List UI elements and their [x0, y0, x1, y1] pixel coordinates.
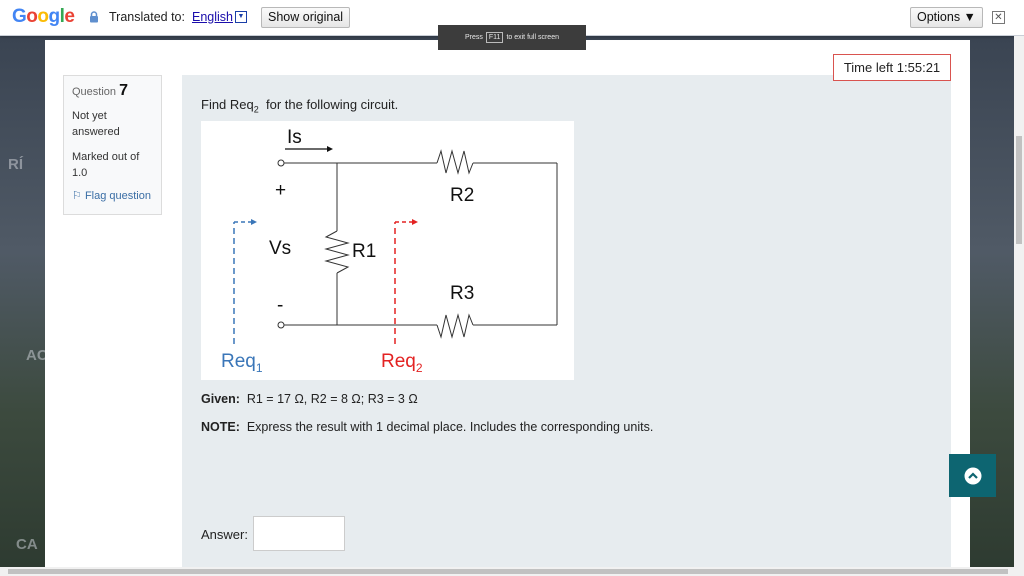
terminal-top [277, 159, 285, 167]
vertical-scrollbar[interactable] [1014, 36, 1024, 568]
minus-sign: - [277, 295, 283, 316]
vertical-scroll-thumb[interactable] [1016, 136, 1022, 244]
question-info: Question 7 Not yet answered Marked out of… [63, 75, 162, 215]
horizontal-scroll-thumb[interactable] [8, 569, 1008, 574]
note-text: NOTE: Express the result with 1 decimal … [201, 420, 654, 434]
language-dropdown-icon[interactable]: ▼ [235, 11, 247, 23]
req1-label: Req1 [221, 351, 263, 375]
answer-input[interactable] [253, 516, 345, 551]
req2-label: Req2 [381, 351, 423, 375]
language-link[interactable]: English [192, 10, 233, 24]
resistor-r1 [324, 230, 350, 274]
is-label: Is [287, 127, 302, 148]
answer-label: Answer: [201, 527, 248, 542]
terminal-bottom [277, 321, 285, 329]
show-original-button[interactable]: Show original [261, 7, 351, 28]
given-values: Given: R1 = 17 Ω, R2 = 8 Ω; R3 = 3 Ω [201, 392, 418, 406]
vs-label: Vs [269, 238, 291, 259]
question-status: Not yet answered [72, 110, 120, 138]
flag-question-link[interactable]: ⚐ Flag question [72, 189, 153, 202]
plus-sign: + [275, 180, 286, 201]
r1-label: R1 [352, 241, 376, 262]
options-button[interactable]: Options ▼ [910, 7, 983, 28]
question-content: Find Req2 for the following circuit. Is … [182, 75, 951, 567]
circuit-diagram: Is + Vs - R1 R2 R3 Req1 Req2 [201, 121, 574, 380]
google-logo: Google [12, 6, 75, 27]
req1-arrow-head [251, 219, 257, 225]
r2-label: R2 [450, 185, 474, 206]
background-text: CA [16, 536, 38, 553]
resistor-r3 [436, 313, 474, 339]
translated-to-label: Translated to: [109, 10, 185, 24]
question-text: Find Req2 for the following circuit. [201, 97, 399, 115]
fullscreen-notice: Press F11 to exit full screen [438, 25, 586, 50]
background-text: RÍ [8, 156, 23, 173]
close-icon[interactable]: ✕ [992, 11, 1005, 24]
horizontal-scrollbar[interactable] [0, 567, 1024, 576]
is-arrow-head [327, 146, 333, 152]
chevron-up-icon [964, 467, 981, 484]
question-number: Question 7 [72, 82, 128, 99]
flag-icon: ⚐ [72, 190, 82, 202]
question-marks: Marked out of 1.0 [72, 151, 140, 179]
r3-label: R3 [450, 283, 474, 304]
scroll-to-top-button[interactable] [949, 454, 996, 497]
time-left: Time left 1:55:21 [833, 54, 951, 81]
f11-key: F11 [485, 32, 504, 43]
req2-arrow-head [412, 219, 418, 225]
lock-icon [90, 11, 98, 23]
resistor-r2 [436, 149, 474, 175]
